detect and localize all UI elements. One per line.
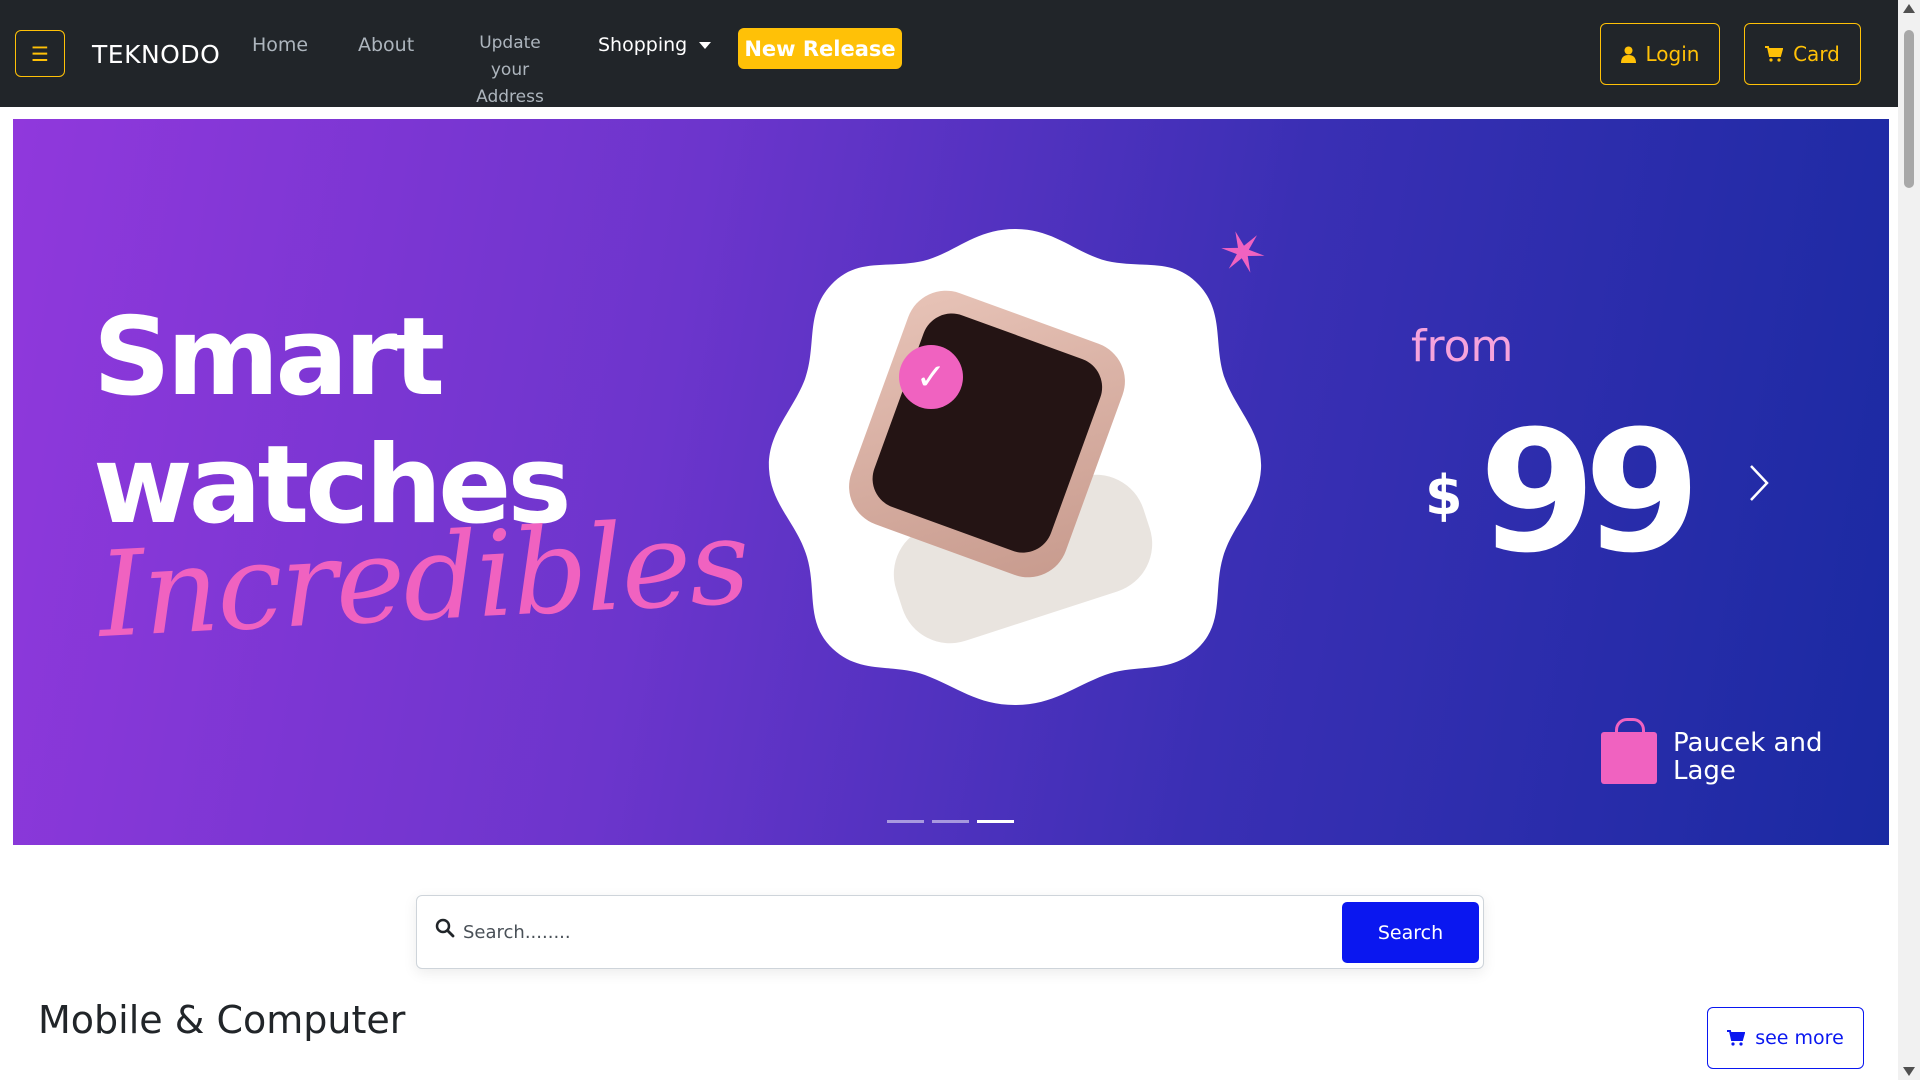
price-from-label: from	[1411, 321, 1514, 372]
chevron-right-icon	[1750, 465, 1769, 501]
page-scrollbar[interactable]	[1898, 0, 1920, 1080]
user-icon	[1620, 46, 1636, 63]
search-button[interactable]: Search	[1342, 902, 1479, 963]
caret-down-icon	[699, 41, 712, 49]
section-title: Mobile & Computer	[38, 998, 406, 1042]
see-more-label: see more	[1755, 1027, 1844, 1049]
scrollbar-thumb[interactable]	[1904, 30, 1914, 188]
hero-carousel: Smart watches Incredibles ✓ ✶ from $ 99 …	[13, 119, 1889, 845]
nav-link-update-address[interactable]: Update your Address	[460, 30, 560, 111]
carousel-indicator-3[interactable]	[977, 820, 1014, 823]
nav-link-about[interactable]: About	[358, 34, 414, 56]
brand-logo[interactable]: TEKNODO	[92, 40, 220, 69]
company-name: Paucek and Lage	[1673, 729, 1822, 785]
top-navbar: ☰ TEKNODO Home About Update your Address…	[0, 0, 1898, 107]
shopping-bag-icon	[1601, 718, 1657, 784]
scroll-down-arrow-icon[interactable]	[1903, 1067, 1915, 1076]
cart-icon	[1727, 1030, 1746, 1046]
nav-address-line2: Address	[476, 87, 544, 107]
see-more-button[interactable]: see more	[1707, 1007, 1864, 1069]
company-line1: Paucek and	[1673, 728, 1823, 758]
hamburger-icon: ☰	[31, 41, 49, 66]
new-release-button[interactable]: New Release	[738, 28, 902, 69]
watch-screen	[864, 305, 1111, 562]
search-input[interactable]	[463, 912, 1303, 952]
check-badge-icon: ✓	[899, 345, 963, 409]
card-label: Card	[1793, 42, 1840, 66]
shopping-label: Shopping	[598, 34, 688, 56]
cart-icon	[1765, 46, 1784, 62]
nav-address-line1: Update your	[479, 33, 541, 80]
search-bar: Search	[416, 895, 1484, 969]
scroll-up-arrow-icon[interactable]	[1903, 4, 1915, 13]
hamburger-menu-button[interactable]: ☰	[15, 30, 65, 77]
company-line2: Lage	[1673, 756, 1736, 786]
carousel-indicator-1[interactable]	[887, 820, 924, 823]
search-icon	[435, 918, 455, 938]
nav-dropdown-shopping[interactable]: Shopping	[598, 34, 712, 56]
card-button[interactable]: Card	[1744, 23, 1861, 85]
headline-line1: Smart	[93, 295, 445, 420]
price-value: 99	[1479, 394, 1701, 590]
login-label: Login	[1645, 42, 1700, 66]
nav-link-home[interactable]: Home	[252, 34, 308, 56]
carousel-indicators	[887, 820, 1014, 823]
carousel-next-button[interactable]	[1748, 459, 1770, 515]
login-button[interactable]: Login	[1600, 23, 1720, 85]
price-currency: $	[1425, 464, 1463, 527]
carousel-indicator-2[interactable]	[932, 820, 969, 823]
